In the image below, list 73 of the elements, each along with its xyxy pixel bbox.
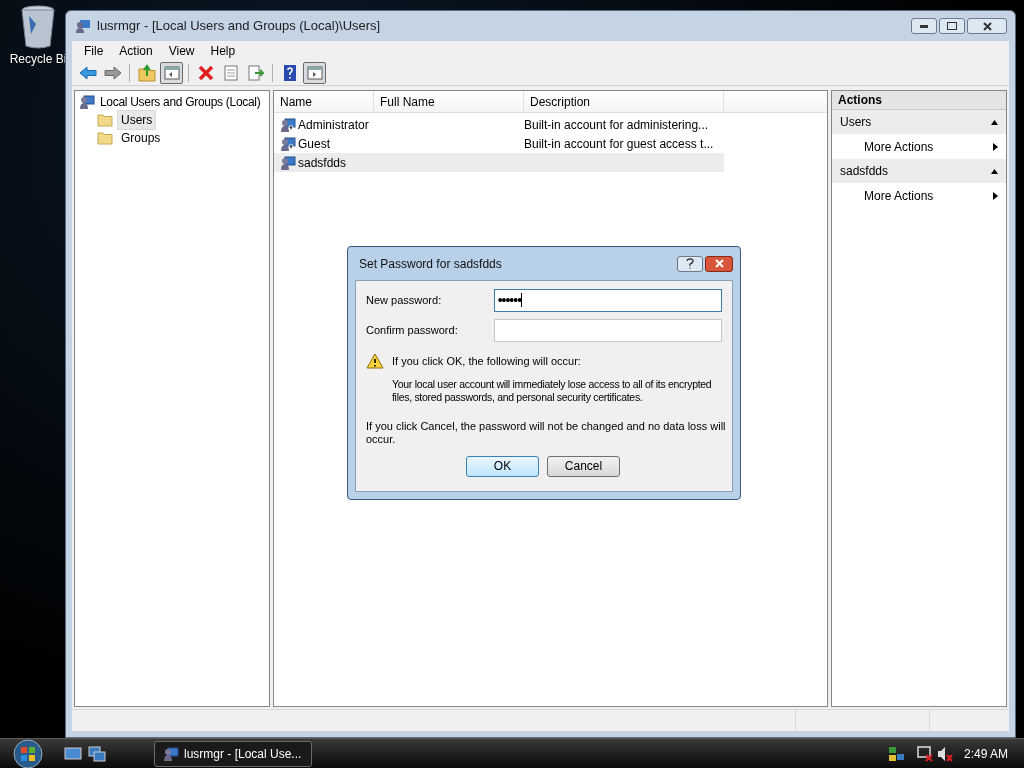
close-icon: [714, 259, 724, 268]
back-icon: [78, 63, 97, 82]
folder-icon: [97, 113, 113, 127]
maximize-button[interactable]: [939, 18, 965, 34]
field-label: Confirm password:: [366, 322, 459, 338]
network-error-icon[interactable]: [915, 744, 934, 763]
tree-item[interactable]: Users: [117, 110, 157, 130]
user-name: Administrator: [298, 116, 369, 134]
desktop-icon[interactable]: [64, 745, 82, 762]
action-item[interactable]: More Actions: [832, 134, 1006, 159]
cancel-note: If you click Cancel, the password will not be changed and no data loss will occur.: [366, 419, 726, 446]
properties-icon: [221, 63, 240, 82]
user-description: Built-in account for administering...: [524, 116, 709, 134]
field-label: New password:: [366, 292, 443, 308]
close-button[interactable]: [705, 255, 733, 272]
dialog-title: Set Password for sadsfdds: [359, 255, 502, 273]
close-button[interactable]: [967, 18, 1007, 34]
menu-item[interactable]: File: [76, 41, 112, 60]
column-header[interactable]: Full Name: [374, 91, 524, 112]
action-group-header[interactable]: sadsfdds: [832, 159, 1006, 183]
cancel-button[interactable]: Cancel: [547, 455, 620, 477]
folder-up-icon: [137, 63, 156, 82]
column-header[interactable]: Description: [524, 91, 724, 112]
forward-icon: [103, 63, 122, 82]
window-title: lusrmgr - [Local Users and Groups (Local)\Users]: [97, 17, 382, 36]
menu-item[interactable]: Action: [111, 41, 161, 60]
list-row[interactable]: sadsfdds: [274, 153, 724, 172]
help-icon: [686, 258, 694, 269]
password-field[interactable]: ••••••: [493, 288, 722, 312]
menu-item[interactable]: View: [160, 41, 203, 60]
menu-item[interactable]: Help: [202, 41, 244, 60]
user-name: sadsfdds: [298, 154, 347, 172]
user-name: Guest: [298, 135, 330, 153]
folder-icon: [97, 131, 113, 145]
app-icon: [75, 18, 91, 34]
ok-button[interactable]: OK: [466, 455, 539, 477]
clock[interactable]: 2:49 AM: [963, 744, 1008, 763]
submenu-arrow-icon: [993, 142, 998, 151]
taskbar-button[interactable]: lusrmgr - [Local Use...: [154, 740, 312, 767]
toolbar-button[interactable]: [160, 61, 183, 84]
restore-icon: [947, 22, 957, 30]
user-description: Built-in account for guest access t...: [524, 135, 714, 153]
help-button[interactable]: [677, 255, 703, 272]
disabled-user-icon: [280, 116, 296, 133]
tree-pane-icon: [162, 63, 181, 82]
delete-icon: [196, 63, 215, 82]
trash-can-icon[interactable]: [19, 4, 57, 50]
action-pane-icon: [305, 63, 324, 82]
collapse-icon: [991, 168, 998, 174]
start-orb-icon: [11, 738, 45, 768]
close-icon: [982, 21, 992, 31]
warning-heading: If you click OK, the following will occur:: [392, 354, 582, 369]
user-icon: [79, 94, 95, 110]
action-group-header[interactable]: Users: [832, 110, 1006, 134]
window-switch-icon[interactable]: [88, 745, 106, 762]
actions-heading: Actions: [838, 92, 882, 109]
tree-item[interactable]: Local Users and Groups (Local): [99, 93, 262, 111]
user-icon: [163, 745, 179, 762]
column-header[interactable]: Name: [274, 91, 374, 112]
action-item[interactable]: More Actions: [832, 183, 1006, 208]
collapse-icon: [991, 119, 998, 125]
minimize-button[interactable]: [911, 18, 937, 34]
user-icon: [280, 154, 296, 171]
network-icon[interactable]: [887, 744, 906, 763]
minimize-icon: [920, 24, 928, 28]
warning-icon: [366, 353, 384, 369]
disabled-user-icon: [280, 135, 296, 152]
warning-text: Your local user account will immediately lose access to all of its encrypted files, stored passwords, and personal security certificates.: [392, 377, 713, 404]
toolbar-button[interactable]: [303, 61, 326, 84]
tree-item[interactable]: Groups: [117, 128, 165, 148]
export-icon: [246, 63, 265, 82]
submenu-arrow-icon: [993, 191, 998, 200]
password-field[interactable]: [493, 318, 722, 342]
